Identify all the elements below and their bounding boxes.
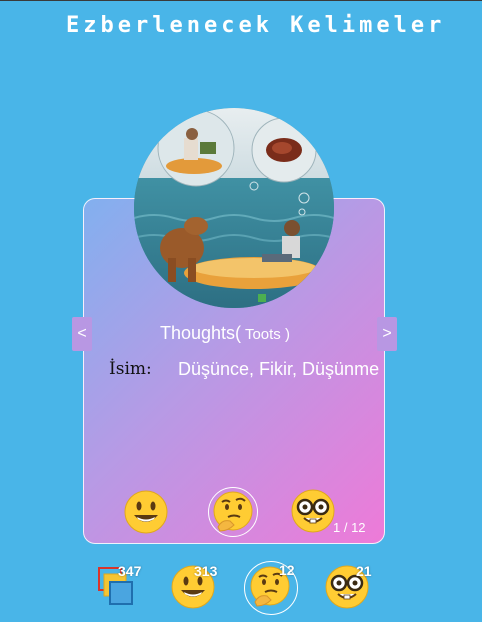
next-word-button[interactable]: >: [377, 317, 397, 351]
page-title: Ezberlenecek Kelimeler: [66, 13, 446, 38]
previous-word-button[interactable]: <: [72, 317, 92, 351]
part-of-speech-label: İsim:: [109, 359, 152, 379]
rate-thinking-button[interactable]: [208, 487, 258, 537]
turkish-meaning: Düşünce, Fikir, Düşünme: [178, 359, 380, 379]
nerd-icon: [291, 489, 335, 533]
stat-learned-count: 21: [356, 563, 372, 579]
stat-learned-button[interactable]: 21: [324, 563, 374, 612]
rate-known-button[interactable]: [123, 489, 169, 535]
thinking-icon: [213, 491, 252, 532]
stat-known-count: 313: [194, 563, 218, 579]
smiley-icon: [124, 490, 168, 534]
app-window: Ezberlenecek Kelimeler < > Thoughts(Too…: [0, 0, 482, 622]
page-counter: 1 / 12: [333, 520, 366, 535]
stat-all-words-button[interactable]: 347: [96, 563, 146, 612]
rate-learned-button[interactable]: [290, 488, 336, 534]
stat-thinking-count: 12: [279, 562, 295, 578]
page-total: 12: [351, 520, 366, 535]
english-word: Thoughts( Toots ): [160, 323, 290, 344]
pronunciation-text: Toots ): [241, 326, 290, 343]
word-text: Thoughts(: [160, 323, 242, 343]
stat-thinking-button[interactable]: 12: [244, 561, 298, 615]
stat-known-button[interactable]: 313: [170, 563, 220, 612]
stat-all-count: 347: [118, 563, 142, 579]
word-illustration-image: [134, 108, 334, 308]
page-separator: /: [340, 520, 352, 535]
